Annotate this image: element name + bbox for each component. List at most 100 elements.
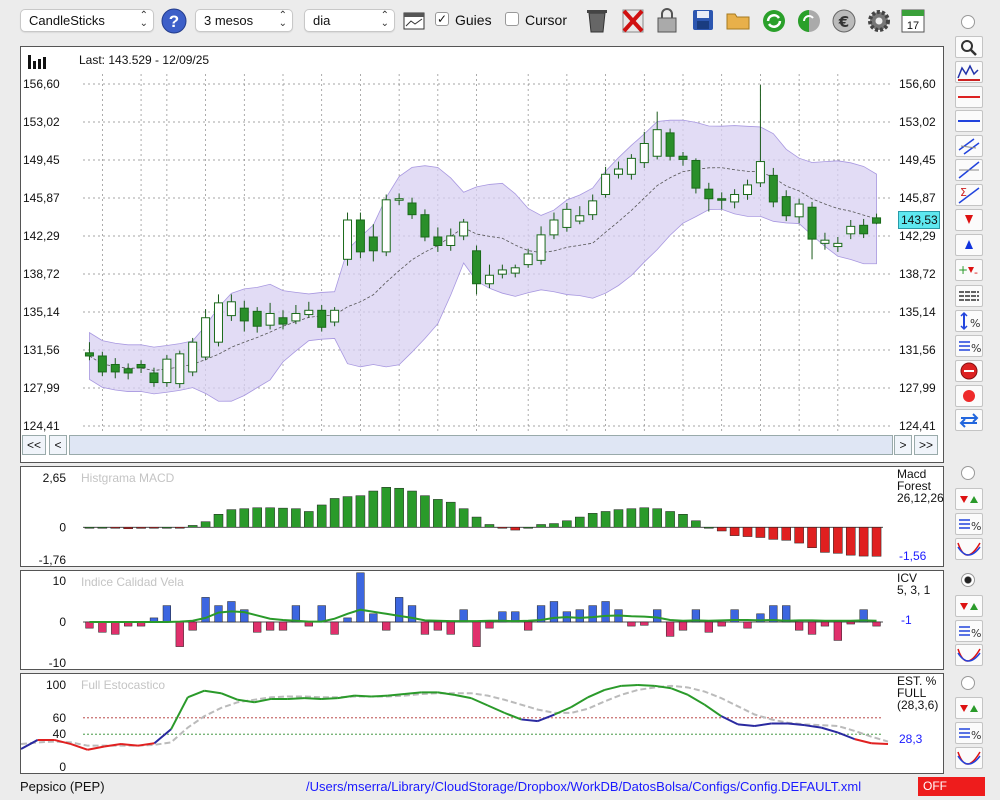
stoch-k-segment <box>504 711 522 721</box>
state-badge[interactable]: OFF <box>918 777 985 796</box>
nav-last-button[interactable]: >> <box>914 435 938 455</box>
candle-body <box>807 206 817 240</box>
chart-type-select[interactable]: CandleSticks ⌃ ⌄ <box>20 9 154 32</box>
calendar-icon[interactable]: 17 <box>900 6 928 34</box>
channel-tool-button[interactable] <box>955 135 983 157</box>
stoch-k-segment <box>621 684 638 687</box>
euro-icon[interactable]: € <box>830 6 858 34</box>
macd-bar <box>213 514 224 528</box>
stoch-arrows-button[interactable] <box>955 697 983 719</box>
y-tick-label-right: 124,41 <box>899 419 936 433</box>
icv-bar <box>459 609 468 623</box>
icv-value: -1 <box>901 613 912 627</box>
macd-bar <box>420 495 430 528</box>
icv-curves-button[interactable] <box>955 644 983 666</box>
percent-lines-button[interactable]: % <box>955 335 983 357</box>
stoch-curves-button[interactable] <box>955 747 983 769</box>
percent-range-button[interactable]: % <box>955 310 983 332</box>
icv-bar <box>304 621 313 627</box>
icv-bar <box>98 621 107 633</box>
macd-arrows-button[interactable] <box>955 488 983 510</box>
price-chart-panel[interactable]: 156,60 156,60 153,02 153,02 149,45 149,45 145,… <box>20 46 944 463</box>
candle-body <box>510 267 520 274</box>
macd-percent-button[interactable]: % <box>955 513 983 535</box>
up-down-arrows-icon <box>960 496 978 503</box>
horizontal-line-red-button[interactable] <box>955 86 983 108</box>
record-icon <box>963 390 975 402</box>
date-axis-strip[interactable] <box>69 435 893 455</box>
nav-first-button[interactable]: << <box>22 435 46 455</box>
macd-panel[interactable]: 2,65 0 -1,76 Histgrama MACD Macd Forest 26… <box>20 466 944 567</box>
curves-icon <box>957 751 981 765</box>
macd-bar <box>149 527 159 529</box>
help-icon[interactable]: ? <box>161 8 189 36</box>
zoom-tool-button[interactable] <box>955 36 983 58</box>
icv-panel[interactable]: 10 0 -10 Indice Calidad Vela ICV 5, 3, 1 -… <box>20 570 944 670</box>
swap-button[interactable] <box>955 409 983 431</box>
interval-select[interactable]: dia ⌃ ⌄ <box>304 9 395 32</box>
nav-next-button[interactable]: > <box>894 435 912 455</box>
stoch-title: Full Estocastico <box>81 678 166 692</box>
macd-bar <box>458 508 469 528</box>
stop-button[interactable] <box>955 360 983 382</box>
percent-lines-icon: % <box>959 519 981 533</box>
macd-curves-button[interactable] <box>955 538 983 560</box>
horizontal-line-blue-button[interactable] <box>955 110 983 132</box>
radio-icv-selected[interactable] <box>961 573 975 587</box>
buy-sell-markers-button[interactable]: + - <box>955 259 983 281</box>
y-tick-label-left: 135,14 <box>23 305 60 319</box>
arrow-down-button[interactable] <box>955 209 983 231</box>
arrow-up-button[interactable] <box>955 234 983 256</box>
guides-checkbox[interactable]: ✓ <box>435 12 449 26</box>
candle-body <box>420 214 430 238</box>
candle-body <box>613 168 623 175</box>
macd-bar <box>175 527 185 529</box>
icv-bar <box>433 621 442 631</box>
lock-icon[interactable] <box>654 6 682 34</box>
nav-prev-button[interactable]: < <box>49 435 67 455</box>
globe-refresh-icon[interactable] <box>795 6 823 34</box>
y-tick-label: 0 <box>59 520 66 534</box>
save-icon[interactable] <box>690 6 718 34</box>
candle-body <box>97 355 107 373</box>
icv-bar <box>369 613 378 623</box>
macd-bar <box>97 527 108 529</box>
price-chart[interactable]: 156,60 156,60 153,02 153,02 149,45 149,45 145,… <box>21 47 943 462</box>
macd-bar <box>471 516 482 528</box>
icv-percent-button[interactable]: % <box>955 620 983 642</box>
record-button[interactable] <box>955 385 983 407</box>
gear-icon[interactable] <box>865 6 893 34</box>
last-price-label: Last: 143.529 - 12/09/25 <box>79 53 210 67</box>
radio-macd[interactable] <box>961 466 975 480</box>
svg-text:+: + <box>958 263 968 277</box>
period-select[interactable]: 3 mesos ⌃ ⌄ <box>195 9 293 32</box>
refresh-icon[interactable] <box>760 6 788 34</box>
fibonacci-tool-button[interactable]: Σ <box>955 184 983 206</box>
radio-main-chart[interactable] <box>961 15 975 29</box>
macd-bar <box>278 507 288 528</box>
stochastic-panel[interactable]: 100 60 40 0 Full Estocastico EST. % FULL (2… <box>20 673 944 774</box>
macd-bar <box>136 527 146 529</box>
trendline-tool-button[interactable] <box>955 159 983 181</box>
candle-body <box>549 219 559 236</box>
folder-icon[interactable] <box>725 6 753 34</box>
y-tick-label-right: 138,72 <box>899 267 936 281</box>
candle-body <box>136 363 146 369</box>
indicators-button[interactable] <box>955 61 983 83</box>
trash-icon[interactable] <box>584 6 612 34</box>
candle-body <box>872 217 882 224</box>
candle-body <box>213 302 223 343</box>
delete-icon[interactable] <box>620 6 648 34</box>
macd-bar <box>639 507 650 528</box>
icv-arrows-button[interactable] <box>955 595 983 617</box>
config-path-link[interactable]: /Users/mserra/Library/CloudStorage/Dropb… <box>306 779 861 794</box>
macd-bar <box>755 527 766 538</box>
candle-body <box>665 132 675 157</box>
chart-window-icon[interactable] <box>403 11 431 39</box>
cursor-checkbox[interactable] <box>505 12 519 26</box>
radio-stochastic[interactable] <box>961 676 975 690</box>
stoch-percent-button[interactable]: % <box>955 722 983 744</box>
candle-body <box>123 368 133 374</box>
lines-button[interactable] <box>955 285 983 307</box>
icv-bar <box>704 621 713 633</box>
